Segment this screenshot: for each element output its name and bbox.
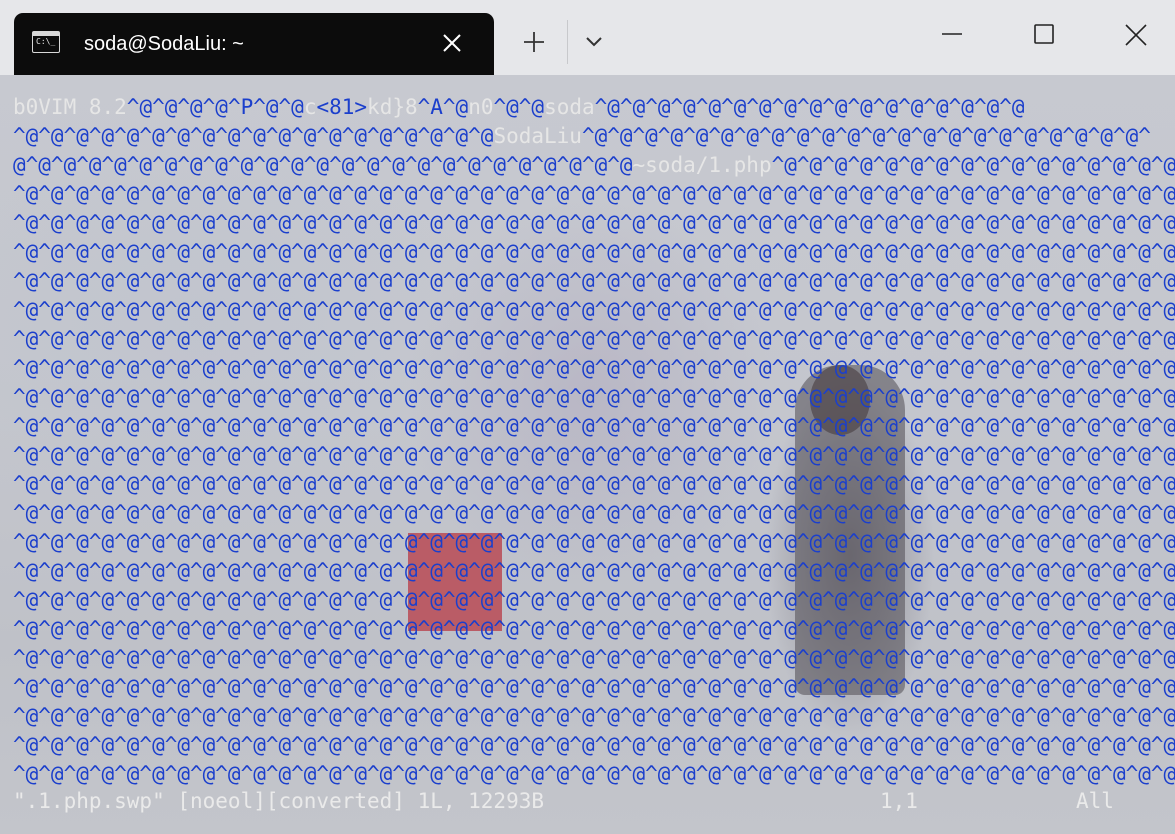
control-char-text: ^@^@^@^@^@^@^@^@^@^@^@^@^@^@^@^@^@^@^@^@… [13,588,1175,612]
control-char-text: ^A^@ [417,95,469,119]
terminal-line: ^@^@^@^@^@^@^@^@^@^@^@^@^@^@^@^@^@^@^@^@… [0,412,1175,441]
control-char-text: ^@^@^@^@^@^@^@^@^@^@^@^@^@^@^@^@^@^@^@^@… [13,472,1175,496]
terminal-line: ^@^@^@^@^@^@^@^@^@^@^@^@^@^@^@^@^@^@^@^@… [0,557,1175,586]
terminal-line: ^@^@^@^@^@^@^@^@^@^@^@^@^@^@^@^@^@^@^@^@… [0,180,1175,209]
vim-status-file: ".1.php.swp" [noeol][converted] 1L, 1229… [13,789,545,813]
control-char-text: ^@^@^@^@^@^@^@^@^@^@^@^@^@^@^@^@^@^@^@^@… [13,733,1175,757]
title-bar: C:\_ soda@SodaLiu: ~ [0,0,1175,75]
control-char-text: ^@^@^@^@^@^@^@^@^@^@^@^@^@^@^@^@^@^@^@^@… [13,327,1175,351]
control-char-text: ^@^@ [493,95,545,119]
terminal-window: C:\_ soda@SodaLiu: ~ b0VIM 8.2^@^@^@^@^P… [0,0,1175,834]
control-char-text: ^@^@^@^@^@^@^@^@^@^@^@^@^@^@^@^@^@^@^@^@… [13,182,1175,206]
vim-scroll-indicator: All [1076,789,1114,813]
terminal-line: ^@^@^@^@^@^@^@^@^@^@^@^@^@^@^@^@^@^@^@^@… [0,528,1175,557]
minimize-icon[interactable] [935,18,969,52]
control-char-text: ^@^@^@^@^@^@^@^@^@^@^@^@^@^@^@^@^@ [594,95,1025,119]
control-char-text: ^@^@^@^@^@^@^@^@^@^@^@^@^@^@^@^@^@^@^@^@… [13,704,1175,728]
terminal-text: ~soda/1.php [632,153,772,177]
plus-icon[interactable] [518,26,550,58]
terminal-line: ^@^@^@^@^@^@^@^@^@^@^@^@^@^@^@^@^@^@^@^@… [0,354,1175,383]
control-char-text: ^@^@^@^@^@^@^@^@^@^@^@^@^@^@^@^@^@^@^@^@… [13,240,1175,264]
control-char-text: ^@^@^@^@^@^@^@^@^@^@^@^@^@^@^@^@^@^@^@^@… [13,675,1175,699]
terminal-line: ^@^@^@^@^@^@^@^@^@^@^@^@^@^@^@^@^@^@^@^@… [0,267,1175,296]
terminal-text: n0 [468,95,494,119]
control-char-text: ^@^@^@^@^@^@^@^@^@^@^@^@^@^@^@^@^@^@^@^@… [13,269,1175,293]
control-char-text: ^@^@^@^@^@^@^@^@^@^@^@^@^@^@^@^@^@^@^@^@… [13,559,1175,583]
chevron-down-icon[interactable] [580,28,608,56]
terminal-line: ^@^@^@^@^@^@^@^@^@^@^@^@^@^@^@^@^@^@^@^@… [0,383,1175,412]
control-char-text: ^@^@^@^@^@^@^@^@^@^@^@^@^@^@^@^@^@^@^@^@… [13,617,1175,641]
control-char-text: ^@^@^@^@^@^@^@^@^@^@^@^@^@^@^@^@^@^@^@^@… [13,385,1175,409]
control-char-text: ^@^@^@^@^P^@^@ [126,95,304,119]
terminal-line: ^@^@^@^@^@^@^@^@^@^@^@^@^@^@^@^@^@^@^@^@… [0,644,1175,673]
terminal-line: ^@^@^@^@^@^@^@^@^@^@^@^@^@^@^@^@^@^@^@^@… [0,586,1175,615]
terminal-line: ^@^@^@^@^@^@^@^@^@^@^@^@^@^@^@^@^@^@^@^@… [0,615,1175,644]
terminal-lines: b0VIM 8.2^@^@^@^@^P^@^@c<81>kd}8^A^@n0^@… [0,93,1175,789]
window-close-icon[interactable] [1119,18,1153,52]
control-char-text: ^@^@^@^@^@^@^@^@^@^@^@^@^@^@^@^@^@^@^@^@… [581,124,1151,148]
terminal-line: ^@^@^@^@^@^@^@^@^@^@^@^@^@^@^@^@^@^@^@^@… [0,760,1175,789]
terminal-line: @^@^@^@^@^@^@^@^@^@^@^@^@^@^@^@^@^@^@^@^… [0,151,1175,180]
maximize-icon[interactable] [1027,18,1061,52]
terminal-text: c [303,95,317,119]
terminal-line: ^@^@^@^@^@^@^@^@^@^@^@^@^@^@^@^@^@^@^@^@… [0,731,1175,760]
control-char-text: ^@^@^@^@^@^@^@^@^@^@^@^@^@^@^@^@^@^@^@^@… [13,414,1175,438]
control-char-text: <81> [316,95,368,119]
control-char-text: ^@^@^@^@^@^@^@^@^@^@^@^@^@^@^@^@^@^@^@^@… [13,298,1175,322]
control-char-text: ^@^@^@^@^@^@^@^@^@^@^@^@^@^@^@^@^@^@^@^@… [13,211,1175,235]
terminal-line: ^@^@^@^@^@^@^@^@^@^@^@^@^@^@^@^@^@^@^@^@… [0,470,1175,499]
terminal-line: ^@^@^@^@^@^@^@^@^@^@^@^@^@^@^@^@^@^@^@^@… [0,238,1175,267]
control-char-text: ^@^@^@^@^@^@^@^@^@^@^@^@^@^@^@^@^@^@^@^@… [13,646,1175,670]
control-char-text: ^@^@^@^@^@^@^@^@^@^@^@^@^@^@^@^@^@^@^@^@… [13,443,1175,467]
separator [567,20,568,64]
vim-cursor-position: 1,1 [880,789,918,813]
control-char-text: ^@^@^@^@^@^@^@^@^@^@^@^@^@^@^@^@^@^@^@^@… [13,762,1175,786]
terminal-line: ^@^@^@^@^@^@^@^@^@^@^@^@^@^@^@^@^@^@^@^@… [0,673,1175,702]
control-char-text: ^@^@^@^@^@^@^@^@^@^@^@^@^@^@^@^@^@^@^@^@… [13,501,1175,525]
terminal-line: ^@^@^@^@^@^@^@^@^@^@^@^@^@^@^@^@^@^@^@^@… [0,441,1175,470]
terminal-line: ^@^@^@^@^@^@^@^@^@^@^@^@^@^@^@^@^@^@^@^@… [0,702,1175,731]
terminal-line: ^@^@^@^@^@^@^@^@^@^@^@^@^@^@^@^@^@^@^@^@… [0,499,1175,528]
terminal-line: ^@^@^@^@^@^@^@^@^@^@^@^@^@^@^@^@^@^@^@^@… [0,325,1175,354]
control-char-text: ^@^@^@^@^@^@^@^@^@^@^@^@^@^@^@^@^@^@^@ [13,124,494,148]
control-char-text: ^@^@^@^@^@^@^@^@^@^@^@^@^@^@^@^@^@^@^@^@… [13,530,1175,554]
terminal-line: ^@^@^@^@^@^@^@^@^@^@^@^@^@^@^@^@^@^@^@^@… [0,209,1175,238]
terminal-line: ^@^@^@^@^@^@^@^@^@^@^@^@^@^@^@^@^@^@^@^@… [0,296,1175,325]
control-char-text: @^@^@^@^@^@^@^@^@^@^@^@^@^@^@^@^@^@^@^@^… [13,153,633,177]
terminal-text: kd}8 [367,95,418,119]
control-char-text: ^@^@^@^@^@^@^@^@^@^@^@^@^@^@^@^@^@^@^@^@… [771,153,1175,177]
terminal-text: b0VIM 8.2 [13,95,127,119]
terminal-text: soda [544,95,595,119]
terminal-content[interactable]: b0VIM 8.2^@^@^@^@^P^@^@c<81>kd}8^A^@n0^@… [0,75,1175,834]
terminal-text: SodaLiu [493,124,582,148]
tab-title: soda@SodaLiu: ~ [84,33,244,55]
control-char-text: ^@^@^@^@^@^@^@^@^@^@^@^@^@^@^@^@^@^@^@^@… [13,356,1175,380]
tab-terminal[interactable]: C:\_ soda@SodaLiu: ~ [14,13,494,75]
close-icon[interactable] [438,29,466,57]
terminal-icon: C:\_ [32,31,60,53]
terminal-line: ^@^@^@^@^@^@^@^@^@^@^@^@^@^@^@^@^@^@^@So… [0,122,1175,151]
terminal-line: b0VIM 8.2^@^@^@^@^P^@^@c<81>kd}8^A^@n0^@… [0,93,1175,122]
